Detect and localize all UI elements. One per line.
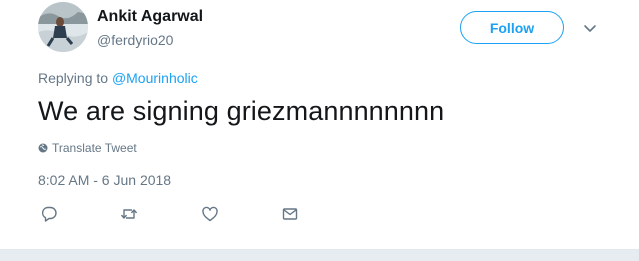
reply-mention-link[interactable]: @Mourinholic [112,70,198,86]
envelope-icon[interactable] [281,205,299,223]
globe-icon [38,143,48,153]
avatar[interactable] [38,2,88,52]
reply-context: Replying to @Mourinholic [38,70,198,86]
tweet-timestamp[interactable]: 8:02 AM - 6 Jun 2018 [38,172,171,188]
tweet-card: Ankit Agarwal @ferdyrio20 Follow Replyin… [0,0,639,249]
reply-icon[interactable] [40,205,58,223]
heart-icon[interactable] [201,205,219,223]
display-name[interactable]: Ankit Agarwal [97,8,203,26]
translate-label: Translate Tweet [52,141,137,155]
user-handle[interactable]: @ferdyrio20 [97,32,173,48]
reply-context-prefix: Replying to [38,70,109,86]
follow-button[interactable]: Follow [460,11,564,44]
translate-tweet-link[interactable]: Translate Tweet [38,141,137,155]
retweet-icon[interactable] [120,205,138,223]
timeline-divider [0,249,639,261]
tweet-text: We are signing griezmannnnnnnn [38,96,445,126]
chevron-down-icon[interactable] [583,22,597,34]
